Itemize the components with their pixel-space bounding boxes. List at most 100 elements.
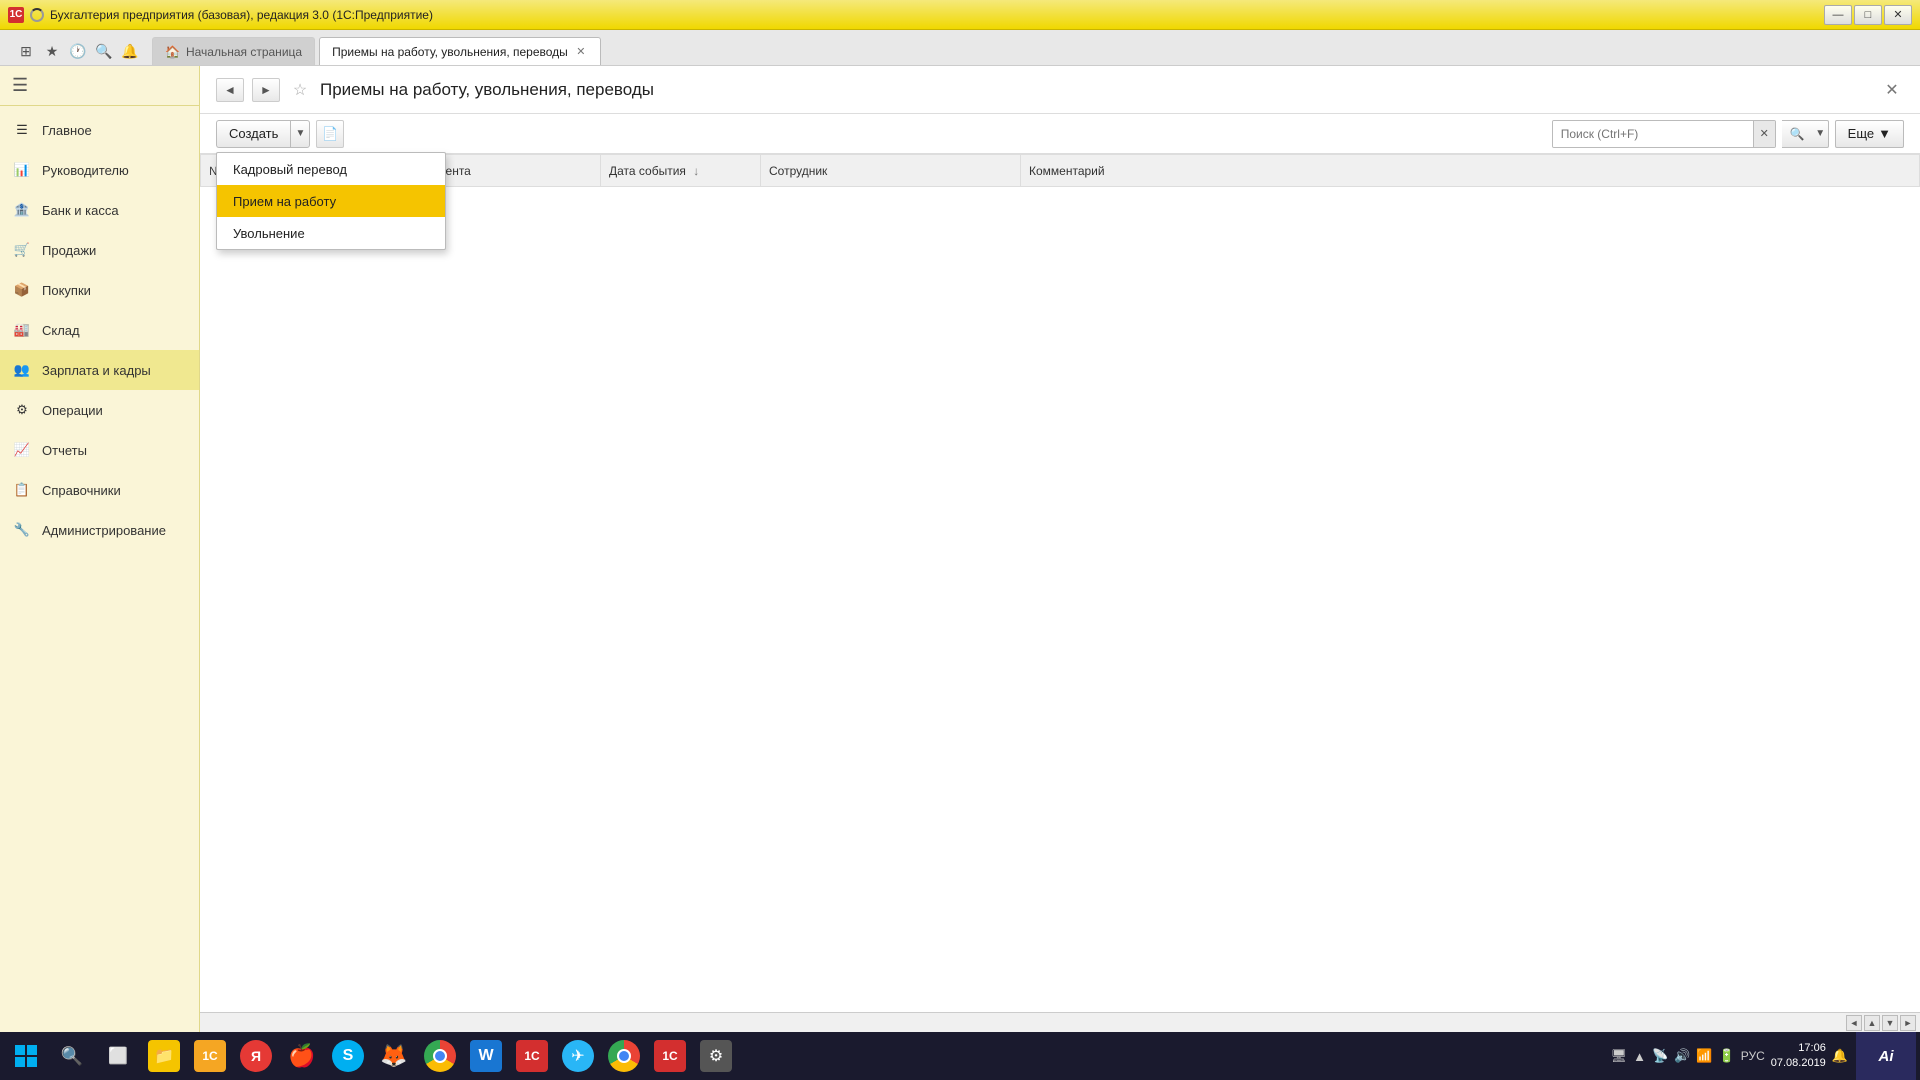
yandex-icon: Я <box>240 1040 272 1072</box>
sidebar-item-warehouse[interactable]: 🏭 Склад <box>0 310 199 350</box>
bookmark-button[interactable]: ☆ <box>288 78 312 102</box>
taskbar-search-button[interactable]: 🔍 <box>50 1034 94 1078</box>
sidebar-item-operations[interactable]: ⚙ Операции <box>0 390 199 430</box>
sidebar-item-purchases-label: Покупки <box>42 283 91 298</box>
grid-menu-icon[interactable]: ⊞ <box>16 41 36 61</box>
salary-icon: 👥 <box>12 360 32 380</box>
col-header-employee: Сотрудник <box>761 155 1021 187</box>
tab-close-icon[interactable]: ✕ <box>574 45 588 59</box>
main-content: ◄ ► ☆ Приемы на работу, увольнения, пере… <box>200 66 1920 1032</box>
sales-icon: 🛒 <box>12 240 32 260</box>
scroll-up-button[interactable]: ▲ <box>1864 1015 1880 1031</box>
taskbar-taskview-button[interactable]: ⬜ <box>96 1034 140 1078</box>
search-nav-icon[interactable]: 🔍 <box>94 41 114 61</box>
scroll-right-button[interactable]: ► <box>1900 1015 1916 1031</box>
notification-area: 🖥 ▲ 📡 🔊 📶 🔋 РУС 17:06 07.08.2019 🔔 <box>1605 1041 1854 1072</box>
sidebar-item-main[interactable]: ☰ Главное <box>0 110 199 150</box>
1c-main-icon: 1С <box>516 1040 548 1072</box>
search-go-dropdown[interactable]: ▼ <box>1813 120 1829 148</box>
col-header-comment: Комментарий <box>1021 155 1920 187</box>
create-main-button[interactable]: Создать <box>216 120 290 148</box>
dropdown-item-dismiss[interactable]: Увольнение <box>217 217 445 249</box>
sidebar-item-bank[interactable]: 🏦 Банк и касса <box>0 190 199 230</box>
forward-button[interactable]: ► <box>252 78 280 102</box>
taskbar-settings-button[interactable]: ⚙ <box>694 1034 738 1078</box>
taskbar-chrome2-button[interactable] <box>602 1034 646 1078</box>
1c-second-icon: 1С <box>654 1040 686 1072</box>
more-arrow-icon: ▼ <box>1878 126 1891 141</box>
doc-close-button[interactable]: ✕ <box>1880 78 1904 102</box>
dropdown-item-hire[interactable]: Прием на работу <box>217 185 445 217</box>
sidebar-item-salary[interactable]: 👥 Зарплата и кадры <box>0 350 199 390</box>
copy-button[interactable]: 📄 <box>316 120 344 148</box>
operations-icon: ⚙ <box>12 400 32 420</box>
sidebar-item-purchases[interactable]: 📦 Покупки <box>0 270 199 310</box>
maximize-button[interactable]: □ <box>1854 5 1882 25</box>
minimize-button[interactable]: — <box>1824 5 1852 25</box>
taskbar-firefox-button[interactable]: 🦊 <box>372 1034 416 1078</box>
taskbar-telegram-button[interactable]: ✈ <box>556 1034 600 1078</box>
tab-hr[interactable]: Приемы на работу, увольнения, переводы ✕ <box>319 37 601 65</box>
taskbar-apple-button[interactable]: 🍎 <box>280 1034 324 1078</box>
sidebar: ☰ ☰ Главное 📊 Руководителю 🏦 Банк и касс… <box>0 66 200 1032</box>
table-header: № Дата Тип документа Дата события ↓ Сотр… <box>201 155 1920 187</box>
sidebar-toggle-icon[interactable]: ☰ <box>12 75 28 96</box>
taskview-icon: ⬜ <box>108 1046 128 1066</box>
search-input[interactable] <box>1553 121 1753 147</box>
taskbar-1c-main-button[interactable]: 1С <box>510 1034 554 1078</box>
taskbar-yandex-button[interactable]: Я <box>234 1034 278 1078</box>
apple-icon: 🍎 <box>288 1043 315 1069</box>
sidebar-item-directories[interactable]: 📋 Справочники <box>0 470 199 510</box>
back-button[interactable]: ◄ <box>216 78 244 102</box>
sidebar-item-admin[interactable]: 🔧 Администрирование <box>0 510 199 550</box>
search-container: ✕ <box>1552 120 1776 148</box>
sort-icon: ↓ <box>693 164 699 178</box>
taskbar-explorer-button[interactable]: 📁 <box>142 1034 186 1078</box>
taskbar-1c-orange-button[interactable]: 1С <box>188 1034 232 1078</box>
col-header-event-date[interactable]: Дата события ↓ <box>601 155 761 187</box>
nav-left: ⊞ ★ 🕐 🔍 🔔 <box>8 37 148 65</box>
tab-hr-label: Приемы на работу, увольнения, переводы <box>332 45 568 59</box>
taskbar-windows-button[interactable] <box>4 1034 48 1078</box>
notifications-icon[interactable]: 🔔 <box>120 41 140 61</box>
favorites-icon[interactable]: ★ <box>42 41 62 61</box>
battery-icon: 🔋 <box>1719 1048 1735 1064</box>
sidebar-item-bank-label: Банк и касса <box>42 203 119 218</box>
settings-icon: ⚙ <box>700 1040 732 1072</box>
action-center-icon[interactable]: 🔔 <box>1832 1048 1848 1064</box>
search-clear-button[interactable]: ✕ <box>1753 121 1775 147</box>
sidebar-item-manager[interactable]: 📊 Руководителю <box>0 150 199 190</box>
dropdown-item-transfer[interactable]: Кадровый перевод <box>217 153 445 185</box>
search-go-button[interactable]: 🔍 <box>1782 120 1813 148</box>
sidebar-item-reports[interactable]: 📈 Отчеты <box>0 430 199 470</box>
scroll-left-button[interactable]: ◄ <box>1846 1015 1862 1031</box>
loading-indicator <box>30 8 44 22</box>
volume-icon[interactable]: 🔊 <box>1674 1048 1690 1064</box>
taskbar-1c-second-button[interactable]: 1С <box>648 1034 692 1078</box>
home-icon: 🏠 <box>165 45 180 59</box>
scroll-down-button[interactable]: ▼ <box>1882 1015 1898 1031</box>
system-clock: 17:06 07.08.2019 <box>1771 1041 1826 1072</box>
more-button[interactable]: Еще ▼ <box>1835 120 1904 148</box>
taskbar-word-button[interactable]: W <box>464 1034 508 1078</box>
history-icon[interactable]: 🕐 <box>68 41 88 61</box>
warehouse-icon: 🏭 <box>12 320 32 340</box>
table-header-row: № Дата Тип документа Дата события ↓ Сотр… <box>201 155 1920 187</box>
tab-bar: ⊞ ★ 🕐 🔍 🔔 🏠 Начальная страница Приемы на… <box>0 30 1920 66</box>
tab-home-label: Начальная страница <box>186 45 302 59</box>
main-icon: ☰ <box>12 120 32 140</box>
close-window-button[interactable]: ✕ <box>1884 5 1912 25</box>
language-label[interactable]: РУС <box>1741 1049 1765 1063</box>
taskbar-chrome-button[interactable] <box>418 1034 462 1078</box>
taskbar-skype-button[interactable]: S <box>326 1034 370 1078</box>
tab-home[interactable]: 🏠 Начальная страница <box>152 37 315 65</box>
admin-icon: 🔧 <box>12 520 32 540</box>
sidebar-item-sales[interactable]: 🛒 Продажи <box>0 230 199 270</box>
create-dropdown-button[interactable]: ▼ <box>290 120 310 148</box>
ai-button[interactable]: Ai <box>1856 1032 1916 1080</box>
chevron-up-icon[interactable]: ▲ <box>1633 1049 1646 1064</box>
ai-label: Ai <box>1879 1048 1894 1065</box>
network-wifi-icon[interactable]: 📶 <box>1696 1048 1712 1064</box>
table-container: № Дата Тип документа Дата события ↓ Сотр… <box>200 154 1920 1012</box>
title-bar-text: Бухгалтерия предприятия (базовая), редак… <box>50 8 1818 22</box>
